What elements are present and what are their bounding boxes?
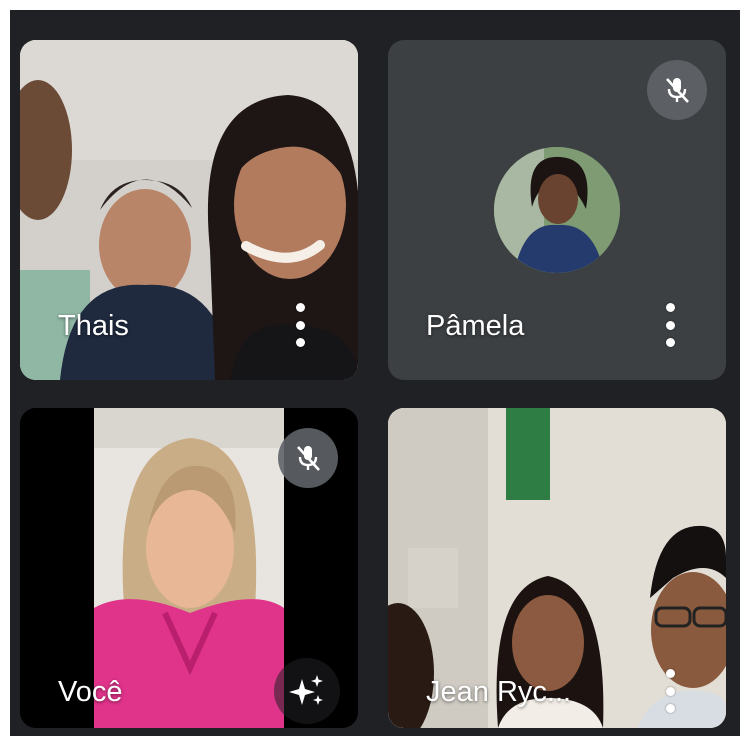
- avatar: [494, 147, 620, 273]
- more-vert-icon[interactable]: [663, 303, 677, 347]
- participant-name: Jean Ryc...: [426, 676, 572, 708]
- participant-tile-jean[interactable]: Jean Ryc...: [388, 408, 726, 728]
- participant-tile-thais[interactable]: Thais: [20, 40, 358, 380]
- participant-tile-pamela[interactable]: Pâmela: [388, 40, 726, 380]
- participant-name: Você: [58, 676, 123, 708]
- participant-name: Thais: [58, 310, 129, 342]
- sparkle-effects-icon[interactable]: [274, 658, 340, 724]
- more-vert-icon[interactable]: [293, 303, 307, 347]
- participant-name: Pâmela: [426, 310, 525, 342]
- mic-off-icon: [647, 60, 707, 120]
- mic-off-icon: [278, 428, 338, 488]
- meeting-grid: Thais Pâmela Você Jean Ryc...: [10, 10, 740, 736]
- participant-tile-self[interactable]: Você: [20, 408, 358, 728]
- more-vert-icon[interactable]: [663, 669, 677, 713]
